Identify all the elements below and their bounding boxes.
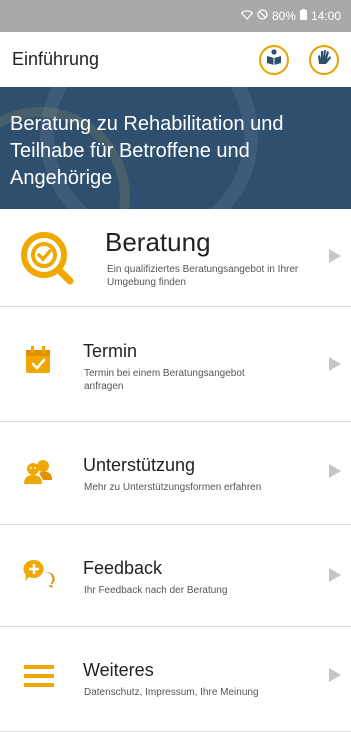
calendar-icon [25, 345, 51, 375]
list-item-termin[interactable]: Termin Termin bei einem Beratungsangebot… [0, 307, 351, 422]
item-title: Beratung [105, 227, 211, 257]
item-subtitle: Datenschutz, Impressum, Ihre Meinung [84, 687, 259, 698]
no-disturb-icon [257, 9, 268, 23]
menu-list: Beratung Ein qualifiziertes Beratungsang… [0, 209, 351, 732]
battery-percent: 80% [271, 9, 296, 23]
item-subtitle: Ein qualifiziertes Beratungsangebot in I… [107, 264, 299, 288]
book-reader-icon [265, 48, 283, 71]
sign-language-icon [315, 48, 333, 71]
sign-language-button[interactable] [309, 44, 339, 75]
item-subtitle: Termin bei einem Beratungsangebot anfrag… [84, 368, 245, 392]
item-subtitle: Ihr Feedback nach der Beratung [84, 585, 228, 596]
chevron-right-icon [329, 357, 341, 371]
clock: 14:00 [310, 9, 341, 23]
chevron-right-icon [329, 668, 341, 682]
chevron-right-icon [329, 249, 341, 263]
list-item-weiteres[interactable]: Weiteres Datenschutz, Impressum, Ihre Me… [0, 627, 351, 732]
item-title: Weiteres [83, 660, 154, 680]
item-title: Feedback [83, 558, 163, 578]
search-check-icon [18, 229, 76, 287]
wifi-icon [240, 9, 254, 23]
chat-plus-icon [23, 559, 55, 589]
people-icon [23, 458, 53, 484]
item-title: Unterstützung [83, 455, 196, 475]
list-item-unterstuetzung[interactable]: Unterstützung Mehr zu Unterstützungsform… [0, 422, 351, 525]
menu-icon [24, 664, 54, 688]
item-subtitle: Mehr zu Unterstützungsformen erfahren [84, 482, 262, 493]
status-bar: 80% 14:00 [0, 0, 351, 32]
app-bar: Einführung [0, 32, 351, 87]
hero-banner: Beratung zu Rehabilitation und Teilhabe … [0, 87, 351, 209]
chevron-right-icon [329, 464, 341, 478]
list-item-feedback[interactable]: Feedback Ihr Feedback nach der Beratung [0, 525, 351, 627]
chevron-right-icon [329, 568, 341, 582]
list-item-beratung[interactable]: Beratung Ein qualifiziertes Beratungsang… [0, 209, 351, 307]
hero-heading: Beratung zu Rehabilitation und Teilhabe … [10, 113, 284, 189]
page-title: Einführung [12, 49, 100, 69]
item-title: Termin [83, 341, 138, 361]
battery-icon [299, 9, 307, 23]
easy-language-button[interactable] [259, 44, 289, 75]
